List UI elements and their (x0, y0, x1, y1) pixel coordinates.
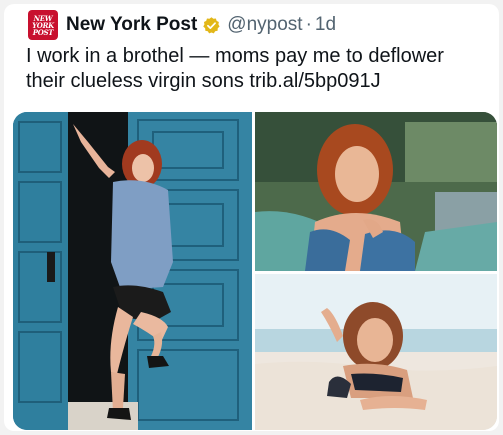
tweet-text: I work in a brothel — moms pay me to def… (26, 45, 444, 92)
author-handle[interactable]: @nypost (227, 14, 302, 36)
tweet-header: NEW YORK POST New York Post @nypost · 1d (28, 10, 336, 40)
tweet-card[interactable]: NEW YORK POST New York Post @nypost · 1d… (4, 4, 499, 431)
new-york-post-logo[interactable]: NEW YORK POST (28, 10, 58, 40)
verified-badge-icon (202, 16, 221, 35)
author-display-name[interactable]: New York Post (66, 14, 197, 36)
photo-woman-at-teal-door[interactable] (13, 112, 252, 430)
photo-woman-on-beach[interactable] (255, 274, 497, 430)
photo-woman-poolside[interactable] (255, 112, 497, 271)
header-separator: · (305, 14, 312, 35)
media-grid (13, 112, 497, 430)
tweet-timestamp[interactable]: 1d (315, 14, 336, 36)
